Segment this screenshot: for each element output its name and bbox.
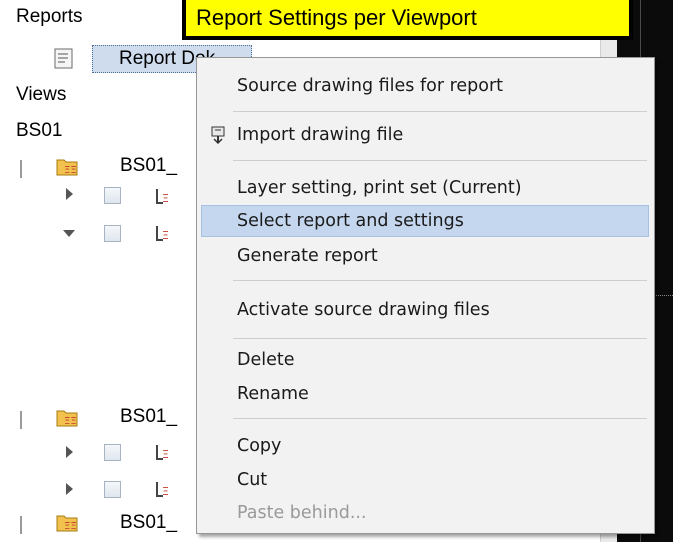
menu-item-label: Paste behind... (237, 503, 367, 523)
annotation-callout: Report Settings per Viewport (182, 0, 633, 40)
menu-item-label: Generate report (237, 246, 378, 266)
menu-item-generate-report[interactable]: Generate report (201, 240, 649, 272)
view-row-label[interactable]: BS01_ (120, 406, 177, 428)
view-row-label[interactable]: BS01_ (120, 155, 177, 177)
context-menu: Source drawing files for report Import d… (196, 57, 655, 534)
tree-line (20, 516, 22, 534)
menu-item-label: Delete (237, 350, 295, 370)
menu-item-label: Copy (237, 436, 282, 456)
menu-separator (233, 338, 647, 339)
report-document-icon (54, 48, 73, 69)
import-icon (211, 126, 225, 144)
callout-text: Report Settings per Viewport (196, 5, 477, 30)
svg-text:ΞΞ: ΞΞ (64, 521, 77, 532)
svg-text:Ξ: Ξ (162, 485, 169, 498)
menu-separator (233, 111, 647, 112)
layer-checkbox[interactable] (104, 225, 121, 242)
tree-line (20, 160, 22, 178)
menu-item-activate-source-files[interactable]: Activate source drawing files (201, 294, 649, 326)
menu-separator (233, 160, 647, 161)
collapse-arrow-icon[interactable] (63, 230, 75, 237)
bs01-heading: BS01 (16, 120, 63, 141)
menu-item-rename[interactable]: Rename (201, 378, 649, 410)
svg-text:Ξ: Ξ (162, 229, 169, 242)
view-folder-icon: ΞΞ (56, 159, 78, 176)
view-folder-icon: ΞΞ (56, 515, 78, 532)
menu-item-source-drawing-files[interactable]: Source drawing files for report (201, 70, 649, 102)
menu-item-label: Source drawing files for report (237, 76, 504, 96)
views-heading: Views (16, 84, 67, 105)
menu-item-paste-behind: Paste behind... (201, 497, 649, 529)
layer-icon: Ξ (156, 482, 169, 498)
menu-item-delete[interactable]: Delete (201, 344, 649, 376)
reports-heading: Reports (16, 6, 83, 27)
layer-icon: Ξ (156, 189, 169, 205)
layer-checkbox[interactable] (104, 444, 121, 461)
expand-arrow-icon[interactable] (66, 483, 73, 495)
menu-item-label: Select report and settings (237, 211, 464, 231)
dotted-guide-line (656, 295, 673, 297)
menu-item-label: Layer setting, print set (Current) (237, 178, 522, 198)
svg-text:ΞΞ: ΞΞ (64, 416, 77, 427)
expand-arrow-icon[interactable] (66, 188, 73, 200)
menu-item-layer-setting[interactable]: Layer setting, print set (Current) (201, 172, 649, 204)
menu-separator (233, 418, 647, 419)
layer-icon: Ξ (156, 445, 169, 461)
layer-checkbox[interactable] (104, 187, 121, 204)
layer-icon: Ξ (156, 226, 169, 242)
svg-text:ΞΞ: ΞΞ (64, 165, 77, 176)
menu-item-label: Activate source drawing files (237, 300, 490, 320)
menu-item-copy[interactable]: Copy (201, 430, 649, 462)
menu-item-cut[interactable]: Cut (201, 464, 649, 496)
view-row-label[interactable]: BS01_ (120, 512, 177, 534)
menu-item-label: Cut (237, 470, 268, 490)
svg-text:Ξ: Ξ (162, 448, 169, 461)
view-folder-icon: ΞΞ (56, 410, 78, 427)
svg-text:Ξ: Ξ (162, 192, 169, 205)
layer-checkbox[interactable] (104, 481, 121, 498)
menu-item-select-report-settings[interactable]: Select report and settings (201, 205, 649, 237)
menu-item-import-drawing-file[interactable]: Import drawing file (201, 119, 649, 151)
menu-item-label: Import drawing file (237, 125, 404, 145)
expand-arrow-icon[interactable] (66, 446, 73, 458)
tree-line (20, 411, 22, 429)
menu-separator (233, 280, 647, 281)
menu-item-label: Rename (237, 384, 309, 404)
